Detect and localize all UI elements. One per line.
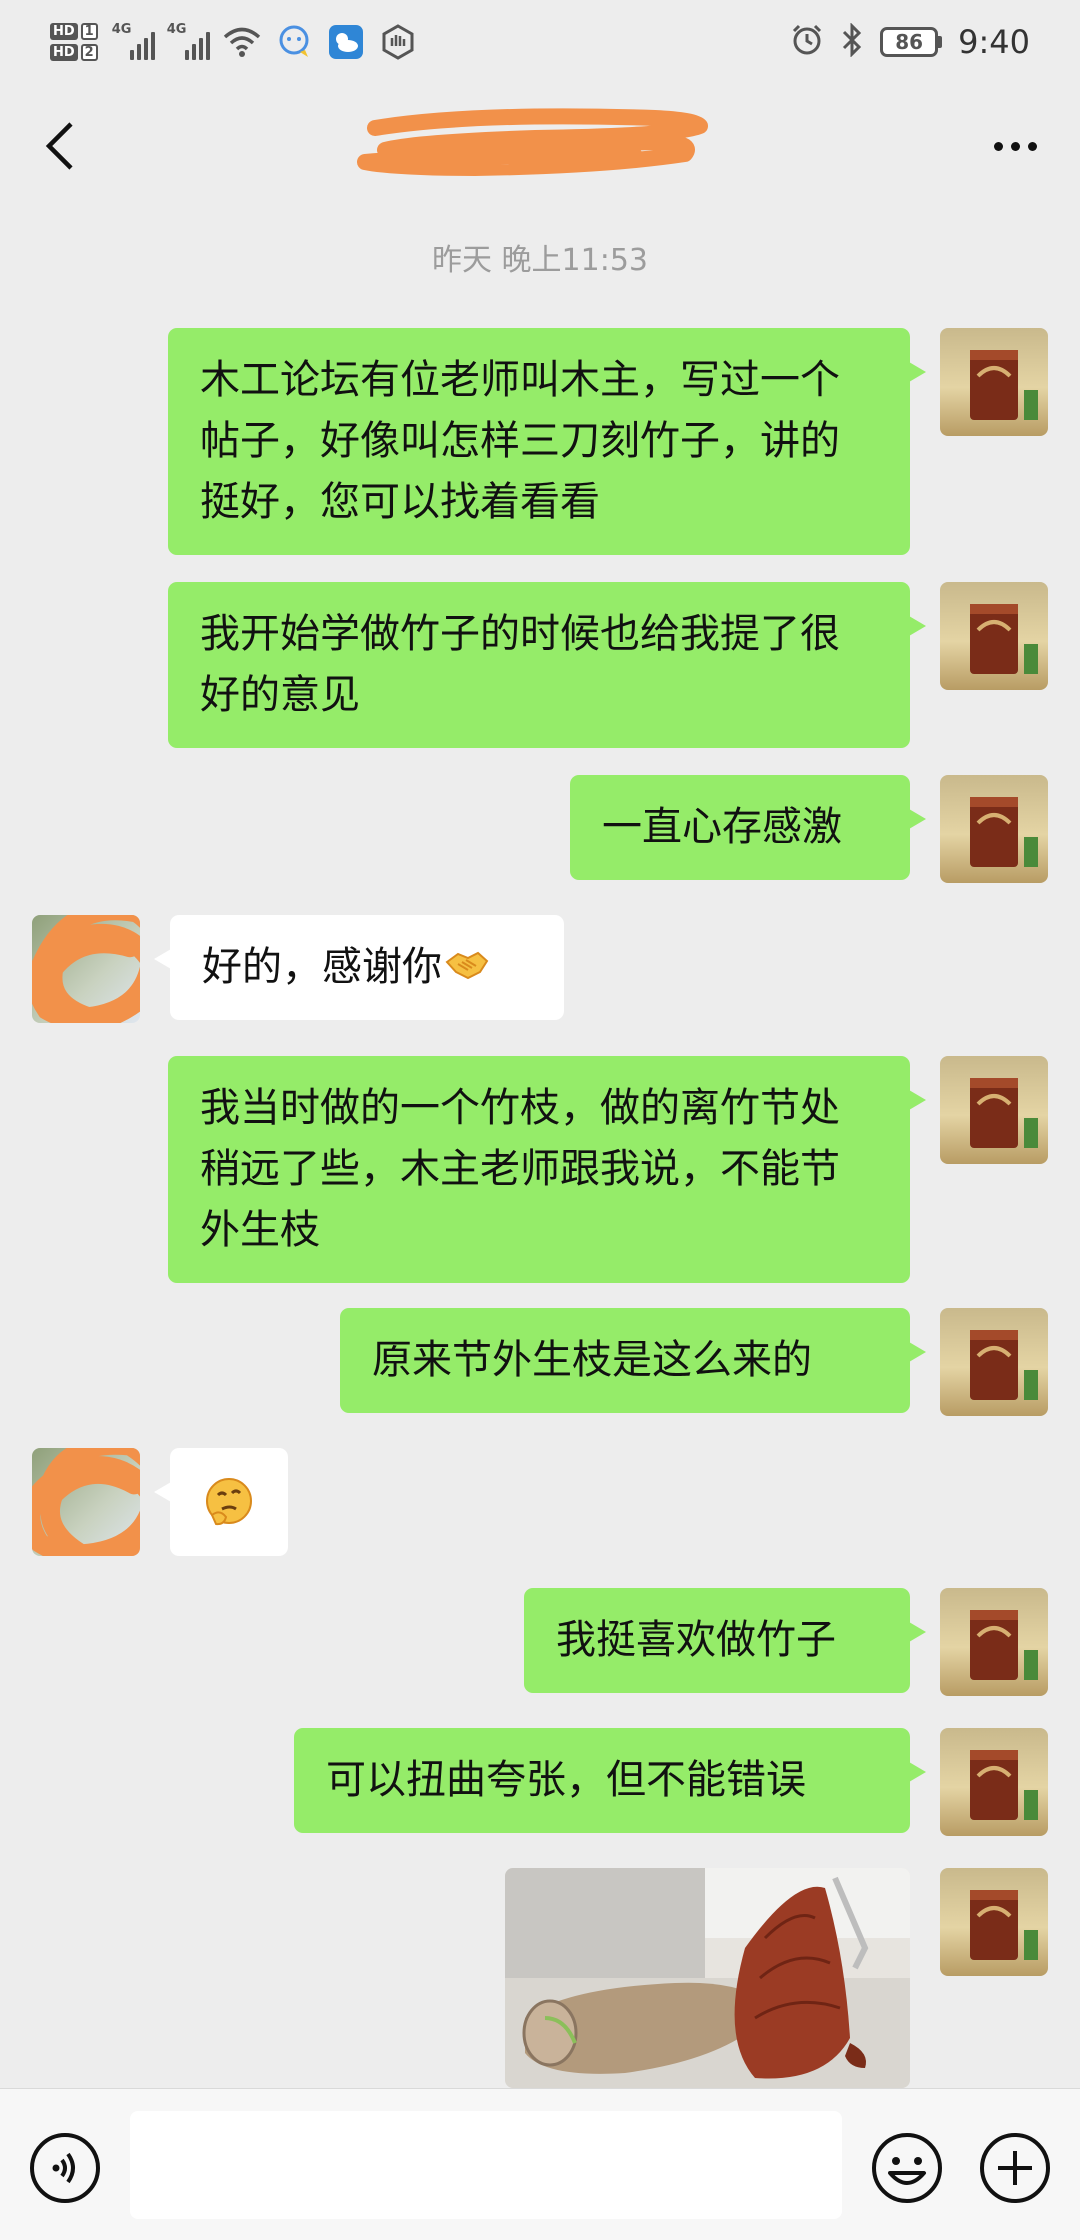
self-avatar[interactable]: [940, 775, 1048, 883]
weather-notification-icon: [326, 22, 366, 62]
chat-header: [0, 80, 1080, 212]
signal-1-icon: 4G: [111, 22, 155, 60]
message-bubble-sent[interactable]: 一直心存感激: [570, 775, 926, 880]
message-image-sent[interactable]: [505, 1868, 910, 2088]
thinking-face-emoji: [206, 1478, 252, 1526]
bamboo-shoot-carving-photo: [505, 1868, 910, 2088]
network-1-label: 4G: [111, 22, 132, 37]
more-dot: [1027, 141, 1037, 151]
sim-2-hd-label: HD: [50, 44, 78, 61]
chat-app-notification-icon: [274, 22, 314, 62]
message-bubble-sent[interactable]: 木工论坛有位老师叫木主，写过一个帖子，好像叫怎样三刀刻竹子，讲的挺好，您可以找着…: [168, 328, 926, 555]
self-avatar[interactable]: [940, 1728, 1048, 1836]
emoji-button[interactable]: [870, 2131, 944, 2205]
clock: 9:40: [958, 23, 1030, 61]
message-input-bar: [0, 2088, 1080, 2240]
avatar-redaction-scribble: [32, 915, 140, 1023]
brush-pot-avatar-image: [970, 1890, 1038, 1960]
wifi-icon: [222, 22, 262, 62]
self-avatar[interactable]: [940, 1056, 1048, 1164]
signal-2-icon: 4G: [166, 22, 210, 60]
more-dot: [1010, 141, 1020, 151]
brush-pot-avatar-image: [970, 604, 1038, 674]
sim-2-indicator: HD 2: [50, 44, 98, 61]
brush-pot-avatar-image: [970, 1750, 1038, 1820]
message-bubble-sent[interactable]: 我开始学做竹子的时候也给我提了很好的意见: [168, 582, 926, 748]
message-bubble-sent[interactable]: 我当时做的一个竹枝，做的离竹节处稍远了些，木主老师跟我说，不能节外生枝: [168, 1056, 926, 1283]
more-dot: [993, 141, 1003, 151]
battery-indicator: 86: [880, 27, 943, 57]
message-bubble-sent[interactable]: 我挺喜欢做竹子: [524, 1588, 926, 1693]
battery-level: 86: [880, 27, 939, 57]
self-avatar[interactable]: [940, 582, 1048, 690]
emoji-icon: [872, 2133, 942, 2203]
voice-button[interactable]: [28, 2131, 102, 2205]
sim-2-number: 2: [80, 44, 98, 61]
more-options-button[interactable]: [980, 120, 1050, 172]
self-avatar[interactable]: [940, 1868, 1048, 1976]
message-bubble-received[interactable]: [154, 1448, 288, 1556]
message-text: 好的，感谢你: [202, 944, 442, 990]
self-avatar[interactable]: [940, 1308, 1048, 1416]
bluetooth-icon: [840, 22, 864, 61]
chat-title: [355, 106, 715, 176]
sim-1-hd-label: HD: [50, 23, 78, 40]
plus-icon: [980, 2133, 1050, 2203]
self-avatar[interactable]: [940, 1588, 1048, 1696]
voice-icon: [30, 2133, 100, 2203]
more-functions-button[interactable]: [978, 2131, 1052, 2205]
back-button[interactable]: [30, 112, 90, 180]
shield-app-icon: [378, 22, 418, 62]
redaction-scribble: [357, 108, 708, 176]
status-bar: HD 1 HD 2 4G 4G 86 9:40: [0, 0, 1080, 80]
status-bar-right: 86 9:40: [790, 12, 1030, 72]
message-bubble-sent[interactable]: 可以扭曲夸张，但不能错误: [294, 1728, 926, 1833]
chevron-left-icon: [45, 122, 73, 170]
self-avatar[interactable]: [940, 328, 1048, 436]
status-bar-left: HD 1 HD 2 4G 4G: [50, 12, 430, 72]
brush-pot-avatar-image: [970, 350, 1038, 420]
message-input[interactable]: [130, 2111, 842, 2219]
brush-pot-avatar-image: [970, 1330, 1038, 1400]
sim-indicators: HD 1 HD 2: [50, 23, 98, 61]
contact-avatar[interactable]: [32, 915, 140, 1023]
message-bubble-sent[interactable]: 原来节外生枝是这么来的: [340, 1308, 926, 1413]
message-bubble-received[interactable]: 好的，感谢你: [154, 915, 564, 1020]
brush-pot-avatar-image: [970, 797, 1038, 867]
contact-avatar[interactable]: [32, 1448, 140, 1556]
alarm-icon: [790, 23, 824, 61]
brush-pot-avatar-image: [970, 1078, 1038, 1148]
handshake-emoji: [445, 951, 489, 980]
chat-timestamp: 昨天 晚上11:53: [432, 243, 648, 278]
chat-screen: HD 1 HD 2 4G 4G 86 9:40 昨天 晚上11:53 木工论坛有…: [0, 0, 1080, 2240]
sim-1-number: 1: [80, 23, 98, 40]
network-2-label: 4G: [166, 22, 187, 37]
brush-pot-avatar-image: [970, 1610, 1038, 1680]
avatar-redaction-scribble: [32, 1448, 140, 1556]
sim-1-indicator: HD 1: [50, 23, 98, 40]
